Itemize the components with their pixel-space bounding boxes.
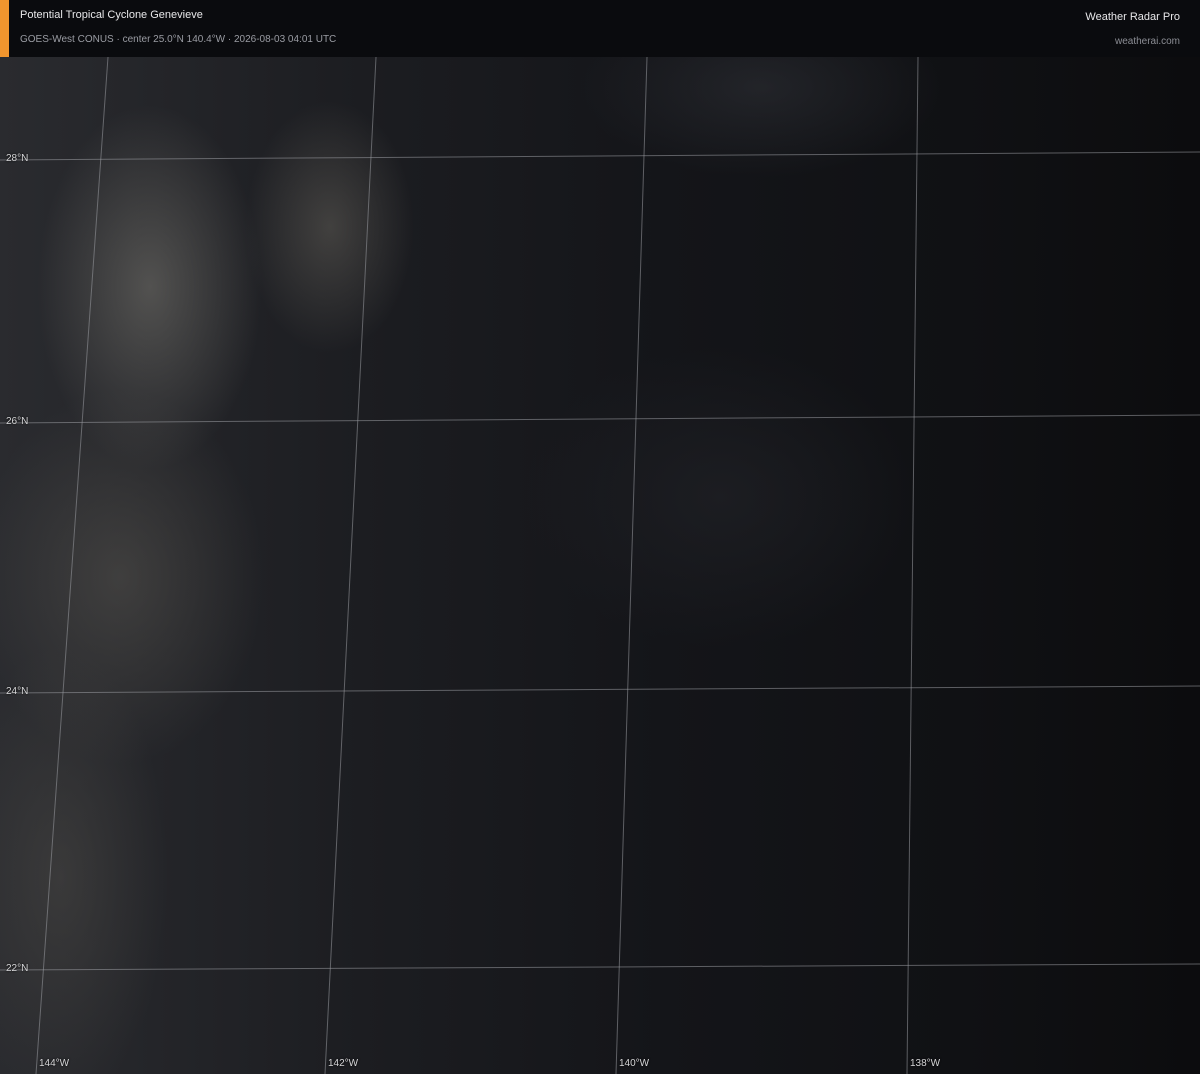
lat-label-24: 24°N xyxy=(6,686,29,697)
lon-line-138 xyxy=(906,57,919,1074)
header-bar: Potential Tropical Cyclone Genevieve GOE… xyxy=(0,0,1200,57)
lat-line-24 xyxy=(0,685,1200,694)
lat-label-26: 26°N xyxy=(6,416,29,427)
lon-label-144: 144°W xyxy=(39,1058,70,1069)
lon-line-140 xyxy=(615,57,648,1074)
lon-label-138: 138°W xyxy=(910,1058,941,1069)
lat-label-28: 28°N xyxy=(6,153,29,164)
accent-bar xyxy=(0,0,9,57)
lat-line-28 xyxy=(0,151,1200,161)
map-title: Potential Tropical Cyclone Genevieve xyxy=(20,9,203,21)
lon-label-142: 142°W xyxy=(328,1058,359,1069)
brand-name: Weather Radar Pro xyxy=(1085,11,1180,23)
lon-line-142 xyxy=(324,57,377,1074)
lat-lon-grid xyxy=(0,57,1200,1074)
lon-label-140: 140°W xyxy=(619,1058,650,1069)
lat-line-22 xyxy=(0,963,1200,971)
brand-url: weatherai.com xyxy=(1114,36,1180,47)
lat-label-22: 22°N xyxy=(6,963,29,974)
lat-line-26 xyxy=(0,414,1200,424)
map-subtitle: GOES-West CONUS · center 25.0°N 140.4°W … xyxy=(20,34,337,45)
lon-line-144 xyxy=(35,57,109,1074)
